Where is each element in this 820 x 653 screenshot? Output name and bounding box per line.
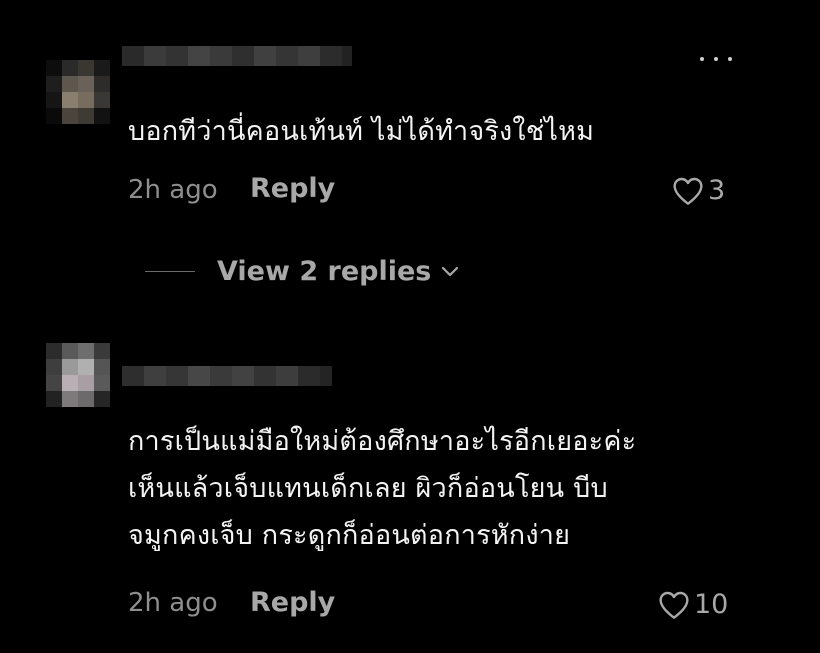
reply-button[interactable]: Reply <box>250 587 335 618</box>
like-count: 3 <box>708 175 726 206</box>
username-blurred[interactable] <box>122 366 332 386</box>
avatar-blurred[interactable] <box>46 60 110 124</box>
heart-icon <box>659 591 689 619</box>
comment-1: บอกทีว่านี่คอนเท้นท์ ไม่ได้ทำจริงใช่ไหม … <box>0 0 820 240</box>
comment-text: บอกทีว่านี่คอนเท้นท์ ไม่ได้ทำจริงใช่ไหม <box>128 116 595 147</box>
more-options-icon[interactable] <box>700 52 732 66</box>
comment-timestamp: 2h ago <box>128 588 218 618</box>
view-replies-label: View 2 replies <box>217 256 432 287</box>
comment-text: การเป็นแม่มือใหม่ต้องศึกษาอะไรอีกเยอะค่ะ… <box>128 426 637 551</box>
heart-icon <box>673 177 703 205</box>
reply-button[interactable]: Reply <box>250 173 335 204</box>
chevron-down-icon <box>442 266 459 276</box>
comment-timestamp: 2h ago <box>128 175 218 205</box>
like-count: 10 <box>694 589 729 620</box>
like-button[interactable]: 10 <box>658 589 728 620</box>
username-blurred[interactable] <box>122 46 352 66</box>
view-replies-button[interactable]: View 2 replies <box>145 256 459 287</box>
comment-2: การเป็นแม่มือใหม่ต้องศึกษาอะไรอีกเยอะค่ะ… <box>0 330 820 653</box>
like-button[interactable]: 3 <box>672 175 725 206</box>
divider-line <box>145 271 195 272</box>
avatar-blurred[interactable] <box>46 343 110 407</box>
